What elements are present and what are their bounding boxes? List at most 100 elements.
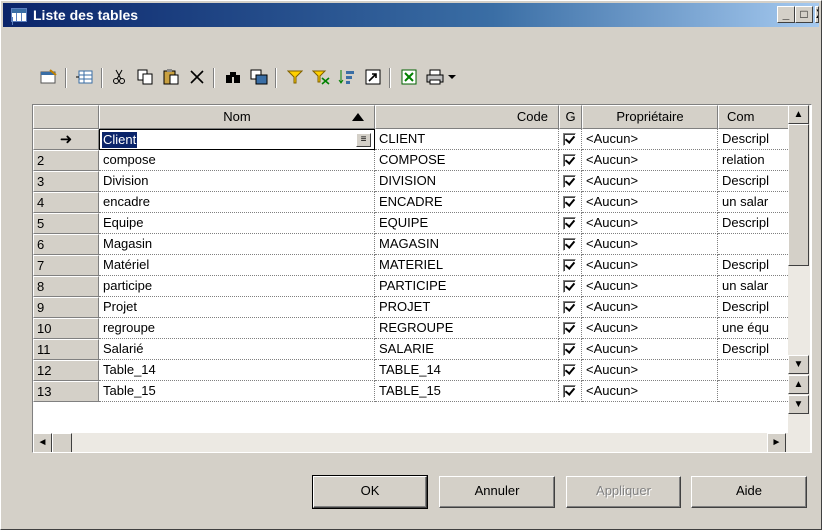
cell-code[interactable]: SALARIE (375, 339, 559, 360)
cell-generate[interactable] (559, 360, 582, 381)
generate-checkbox[interactable] (563, 280, 576, 293)
cell-comment[interactable]: Descripl (718, 213, 788, 234)
cell-generate[interactable] (559, 129, 582, 150)
row-number[interactable]: 3 (33, 171, 99, 192)
cell-comment[interactable]: Descripl (718, 339, 788, 360)
cell-owner[interactable]: <Aucun> (582, 381, 718, 402)
excel-export-icon[interactable] (397, 65, 421, 89)
dropdown-arrow-icon[interactable] (445, 65, 459, 89)
cell-owner[interactable]: <Aucun> (582, 276, 718, 297)
filter-icon[interactable] (283, 65, 307, 89)
scroll-down-button[interactable]: ▼ (788, 355, 809, 374)
cell-owner[interactable]: <Aucun> (582, 150, 718, 171)
cell-nom[interactable]: Magasin (99, 234, 375, 255)
cell-comment[interactable]: Descripl (718, 255, 788, 276)
table-row[interactable]: 2 compose COMPOSE <Aucun> relation (33, 150, 788, 171)
cell-owner[interactable]: <Aucun> (582, 192, 718, 213)
row-number[interactable]: 13 (33, 381, 99, 402)
cell-comment[interactable]: Descripl (718, 297, 788, 318)
minimize-button[interactable]: _ (777, 6, 795, 23)
table-row[interactable]: 6 Magasin MAGASIN <Aucun> (33, 234, 788, 255)
table-row[interactable]: 9 Projet PROJET <Aucun> Descripl (33, 297, 788, 318)
row-number[interactable]: 10 (33, 318, 99, 339)
table-row[interactable]: 4 encadre ENCADRE <Aucun> un salar (33, 192, 788, 213)
scroll-page-up-button[interactable]: ▲ (788, 375, 809, 394)
row-number[interactable]: 6 (33, 234, 99, 255)
cell-generate[interactable] (559, 192, 582, 213)
cell-generate[interactable] (559, 213, 582, 234)
column-header-g[interactable]: G (559, 105, 582, 129)
row-number[interactable]: 11 (33, 339, 99, 360)
hscroll-thumb[interactable] (52, 433, 72, 452)
cell-comment[interactable]: Descripl (718, 129, 788, 150)
cell-code[interactable]: CLIENT (375, 129, 559, 150)
cell-nom[interactable]: Salarié (99, 339, 375, 360)
table-row[interactable]: 11 Salarié SALARIE <Aucun> Descripl (33, 339, 788, 360)
cut-icon[interactable] (107, 65, 131, 89)
vertical-scrollbar[interactable]: ▲ ▼ ▲ ▼ (788, 105, 810, 433)
cell-generate[interactable] (559, 171, 582, 192)
cell-code[interactable]: MATERIEL (375, 255, 559, 276)
cell-code[interactable]: PARTICIPE (375, 276, 559, 297)
row-number[interactable]: 7 (33, 255, 99, 276)
cell-owner[interactable]: <Aucun> (582, 360, 718, 381)
cell-code[interactable]: MAGASIN (375, 234, 559, 255)
title-bar[interactable]: Liste des tables _ □ X (3, 3, 819, 27)
cell-generate[interactable] (559, 339, 582, 360)
table-row[interactable]: 5 Equipe EQUIPE <Aucun> Descripl (33, 213, 788, 234)
cell-code[interactable]: ENCADRE (375, 192, 559, 213)
generate-checkbox[interactable] (563, 301, 576, 314)
nom-edit-value[interactable]: Client (102, 132, 138, 148)
cell-generate[interactable] (559, 318, 582, 339)
generate-checkbox[interactable] (563, 217, 576, 230)
cell-generate[interactable] (559, 150, 582, 171)
insert-row-icon[interactable] (73, 65, 97, 89)
cell-owner[interactable]: <Aucun> (582, 255, 718, 276)
cell-comment[interactable] (718, 381, 788, 402)
scroll-left-button[interactable]: ◄ (33, 433, 52, 452)
table-row[interactable]: 10 regroupe REGROUPE <Aucun> une équ (33, 318, 788, 339)
cell-comment[interactable] (718, 360, 788, 381)
apply-button[interactable]: Appliquer (566, 476, 681, 508)
table-row[interactable]: 3 Division DIVISION <Aucun> Descripl (33, 171, 788, 192)
cell-comment[interactable]: un salar (718, 276, 788, 297)
cell-owner[interactable]: <Aucun> (582, 318, 718, 339)
generate-checkbox[interactable] (563, 385, 576, 398)
sort-icon[interactable] (335, 65, 359, 89)
table-row[interactable]: 8 participe PARTICIPE <Aucun> un salar (33, 276, 788, 297)
maximize-button[interactable]: □ (795, 6, 813, 23)
generate-checkbox[interactable] (563, 322, 576, 335)
ellipsis-button[interactable]: ≡ (356, 133, 371, 147)
cell-generate[interactable] (559, 234, 582, 255)
ok-button[interactable]: OK (312, 475, 428, 509)
row-number[interactable]: 8 (33, 276, 99, 297)
row-number[interactable]: 9 (33, 297, 99, 318)
scroll-thumb[interactable] (788, 124, 809, 266)
cell-nom[interactable]: Table_15 (99, 381, 375, 402)
column-header-proprietaire[interactable]: Propriétaire (582, 105, 718, 129)
help-button[interactable]: Aide (691, 476, 807, 508)
cell-nom[interactable]: Division (99, 171, 375, 192)
filter-clear-icon[interactable] (309, 65, 333, 89)
row-number[interactable]: 5 (33, 213, 99, 234)
cell-generate[interactable] (559, 255, 582, 276)
generate-checkbox[interactable] (563, 196, 576, 209)
cell-code[interactable]: DIVISION (375, 171, 559, 192)
generate-checkbox[interactable] (563, 175, 576, 188)
cell-nom[interactable]: regroupe (99, 318, 375, 339)
delete-icon[interactable] (185, 65, 209, 89)
cell-owner[interactable]: <Aucun> (582, 213, 718, 234)
cell-owner[interactable]: <Aucun> (582, 234, 718, 255)
cell-owner[interactable]: <Aucun> (582, 129, 718, 150)
cell-comment[interactable]: Descripl (718, 171, 788, 192)
generate-checkbox[interactable] (563, 259, 576, 272)
generate-checkbox[interactable] (563, 154, 576, 167)
scroll-spin-down-button[interactable]: ▼ (788, 395, 809, 414)
cell-owner[interactable]: <Aucun> (582, 339, 718, 360)
close-button[interactable]: X (815, 6, 819, 23)
cell-nom[interactable]: participe (99, 276, 375, 297)
row-number[interactable]: 12 (33, 360, 99, 381)
open-icon[interactable] (361, 65, 385, 89)
cell-code[interactable]: TABLE_14 (375, 360, 559, 381)
cell-code[interactable]: COMPOSE (375, 150, 559, 171)
